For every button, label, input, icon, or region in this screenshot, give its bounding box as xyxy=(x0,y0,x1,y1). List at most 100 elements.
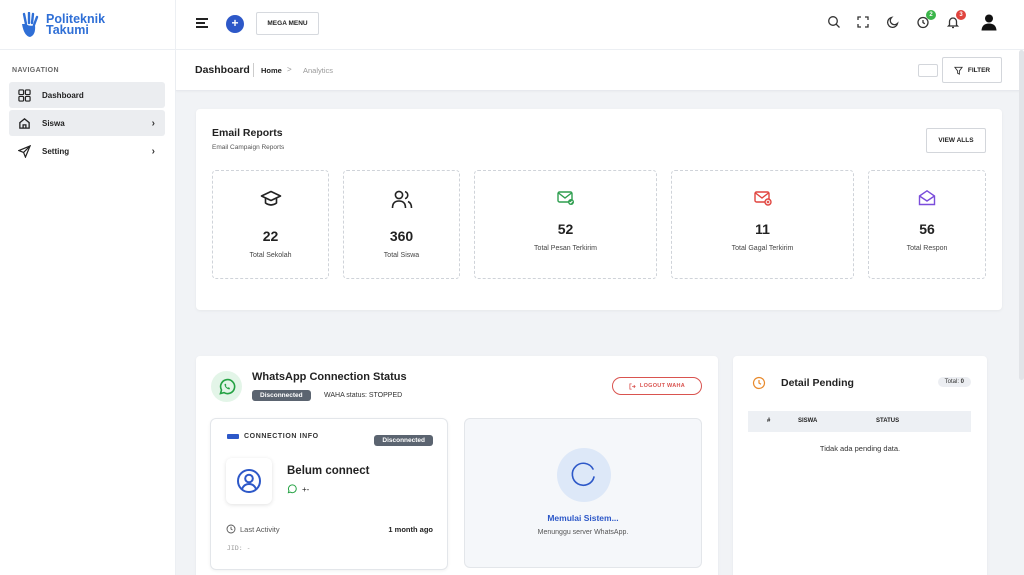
status-badge: Disconnected xyxy=(252,390,311,401)
logout-label: LOGOUT WAHA xyxy=(639,383,686,389)
whatsapp-icon xyxy=(218,378,235,395)
chevron-right-icon: › xyxy=(151,145,155,157)
stat-value: 22 xyxy=(262,228,279,244)
whatsapp-title: WhatsApp Connection Status xyxy=(252,371,407,383)
breadcrumb-home-link[interactable]: Home xyxy=(261,66,282,75)
status-badge: Disconnected xyxy=(374,435,433,446)
mail-x-icon xyxy=(753,191,772,206)
menu-icon[interactable] xyxy=(196,18,208,28)
user-circle-icon xyxy=(237,469,261,493)
filter-icon xyxy=(953,66,963,75)
stat-card-terkirim: 52 Total Pesan Terkirim xyxy=(474,170,657,279)
stat-label: Total Pesan Terkirim xyxy=(534,245,597,252)
user-avatar-icon[interactable] xyxy=(980,13,998,31)
timer-badge: 2 xyxy=(926,10,936,20)
sidebar-item-label: Setting xyxy=(42,146,70,156)
stat-card-respon: 56 Total Respon xyxy=(868,170,986,279)
logout-icon xyxy=(629,382,636,390)
starting-title: Memulai Sistem... xyxy=(547,513,619,523)
pending-table-header: # SISWA STATUS xyxy=(748,411,971,432)
stat-label: Total Sekolah xyxy=(249,252,292,259)
notification-button[interactable]: 3 xyxy=(946,10,966,29)
timer-button[interactable]: 2 xyxy=(916,10,936,29)
total-value: 0 xyxy=(960,379,964,385)
phone-value: +- xyxy=(302,484,310,494)
system-starting-panel: Memulai Sistem... Menunggu server WhatsA… xyxy=(464,418,702,568)
breadcrumb: Dashboard Home > Analytics FILTER xyxy=(176,50,1024,91)
column-header: # xyxy=(767,418,771,424)
stat-value: 56 xyxy=(919,221,935,237)
total-badge: Total: 0 xyxy=(937,377,971,387)
last-activity-label: Last Activity xyxy=(240,524,280,534)
mail-check-icon xyxy=(556,191,574,205)
breadcrumb-current: Analytics xyxy=(303,66,334,75)
view-all-button[interactable]: VIEW ALLS xyxy=(926,128,986,153)
connection-phone: +- xyxy=(287,484,309,494)
avatar xyxy=(226,458,272,504)
waha-status: WAHA status: STOPPED xyxy=(324,392,403,399)
email-reports-title: Email Reports xyxy=(212,127,283,139)
connection-info-title: CONNECTION INFO xyxy=(244,433,319,440)
notification-badge: 3 xyxy=(956,10,966,20)
column-header: STATUS xyxy=(876,418,900,424)
filter-button[interactable]: FILTER xyxy=(942,57,1002,83)
send-icon xyxy=(18,144,31,158)
mail-open-icon xyxy=(918,189,936,206)
email-reports-subtitle: Email Campaign Reports xyxy=(212,144,285,151)
spinner-icon xyxy=(571,462,595,486)
divider xyxy=(253,63,254,77)
column-header: SISWA xyxy=(798,418,818,424)
stat-card-sekolah: 22 Total Sekolah xyxy=(212,170,329,279)
search-icon[interactable] xyxy=(827,15,841,29)
chevron-right-icon: › xyxy=(151,117,155,129)
jid-text: JID: - xyxy=(227,544,251,552)
users-icon xyxy=(391,190,412,209)
filter-label: FILTER xyxy=(967,66,991,74)
sidebar-item-setting[interactable]: Setting › xyxy=(9,138,165,164)
sidebar-item-label: Dashboard xyxy=(42,90,84,100)
email-reports-card: Email Reports Email Campaign Reports VIE… xyxy=(196,109,1002,310)
logo[interactable]: Politeknik Takumi xyxy=(0,0,175,50)
whatsapp-logo xyxy=(211,371,242,402)
moon-icon[interactable] xyxy=(886,15,900,29)
logout-waha-button[interactable]: LOGOUT WAHA xyxy=(612,377,702,395)
total-label: Total: xyxy=(944,379,959,385)
sidebar-item-dashboard[interactable]: Dashboard xyxy=(9,82,165,108)
clock-icon xyxy=(226,524,236,534)
hand-logo-icon xyxy=(22,11,39,37)
topbar: + MEGA MENU 2 3 xyxy=(176,0,1024,50)
logo-line2: Takumi xyxy=(46,22,89,37)
stat-value: 360 xyxy=(389,228,414,244)
whatsapp-icon xyxy=(287,484,297,494)
sidebar-item-siswa[interactable]: Siswa › xyxy=(9,110,165,136)
stat-card-siswa: 360 Total Siswa xyxy=(343,170,460,279)
detail-pending-card: Detail Pending Total: 0 # SISWA STATUS T… xyxy=(733,356,987,575)
stat-label: Total Gagal Terkirim xyxy=(731,245,794,252)
connection-info-header: CONNECTION INFO xyxy=(227,433,319,440)
last-activity-value: 1 month ago xyxy=(388,525,433,534)
fullscreen-icon[interactable] xyxy=(856,15,870,29)
sidebar-item-label: Siswa xyxy=(42,118,65,128)
last-activity: Last Activity xyxy=(226,524,280,534)
nav-caption: NAVIGATION xyxy=(12,67,59,74)
connection-info-panel: CONNECTION INFO Disconnected Belum conne… xyxy=(210,418,448,570)
detail-pending-title: Detail Pending xyxy=(781,377,854,389)
connection-name: Belum connect xyxy=(287,465,370,477)
stat-label: Total Respon xyxy=(906,245,948,252)
loading-spinner xyxy=(557,448,611,502)
scrollbar[interactable] xyxy=(1019,50,1024,380)
stat-label: Total Siswa xyxy=(383,252,420,259)
sidebar: Politeknik Takumi NAVIGATION Dashboard S… xyxy=(0,0,176,575)
empty-state-text: Tidak ada pending data. xyxy=(819,444,901,453)
bar-icon xyxy=(227,434,239,439)
mega-menu-button[interactable]: MEGA MENU xyxy=(256,12,319,35)
add-button[interactable]: + xyxy=(226,15,244,33)
grid-icon xyxy=(18,88,31,102)
stat-value: 11 xyxy=(755,221,770,237)
toggle-box[interactable] xyxy=(918,64,938,77)
graduation-cap-icon xyxy=(260,190,281,206)
home-icon xyxy=(19,117,30,129)
starting-subtitle: Menunggu server WhatsApp. xyxy=(537,529,629,536)
chevron-right-icon: > xyxy=(287,65,292,74)
whatsapp-card: WhatsApp Connection Status Disconnected … xyxy=(196,356,718,575)
